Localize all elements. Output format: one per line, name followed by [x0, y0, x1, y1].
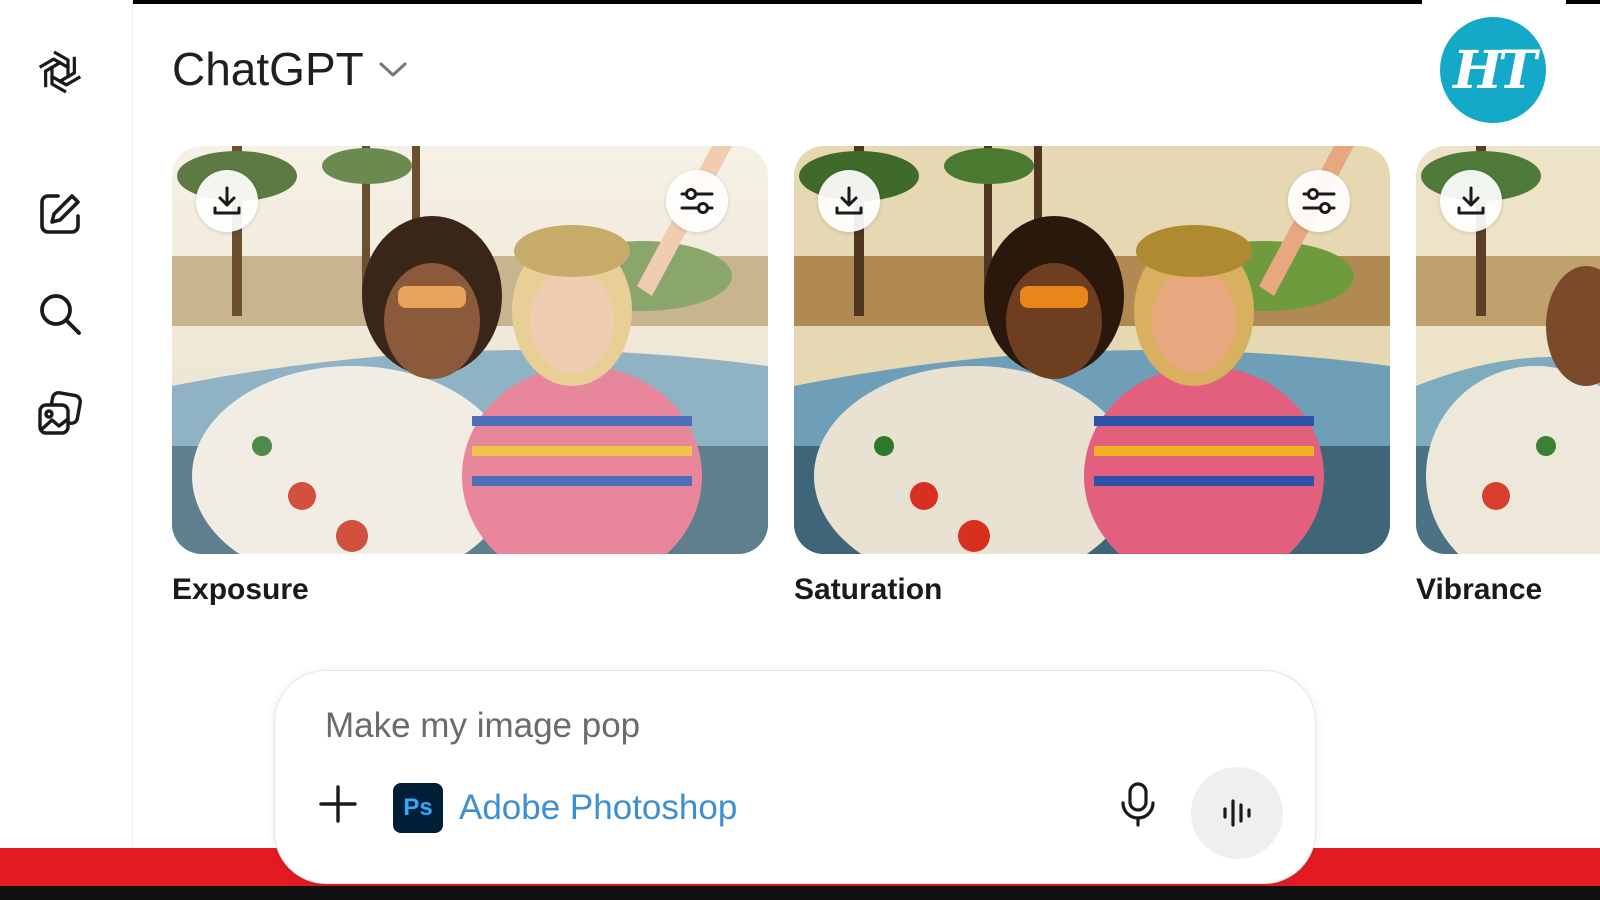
sidebar — [0, 0, 133, 850]
top-frame-bar-right — [1566, 0, 1600, 4]
chevron-down-icon — [379, 62, 407, 77]
download-icon — [213, 186, 241, 215]
page-title: ChatGPT — [172, 43, 364, 95]
message-composer: Ps Adobe Photoshop — [274, 670, 1316, 884]
app-connector-chip[interactable]: Ps Adobe Photoshop — [393, 783, 737, 833]
bottom-frame-bar — [0, 886, 1600, 900]
download-button[interactable] — [196, 170, 258, 232]
card-label-saturation: Saturation — [794, 573, 943, 606]
openai-logo-icon[interactable] — [30, 42, 90, 102]
voice-mode-button[interactable] — [1191, 767, 1283, 859]
ht-watermark-logo: HT — [1440, 17, 1546, 123]
adjust-button[interactable] — [1288, 170, 1350, 232]
plus-icon — [319, 785, 357, 823]
model-selector[interactable]: ChatGPT — [172, 42, 408, 96]
search-icon[interactable] — [30, 284, 90, 344]
photoshop-logo-icon: Ps — [393, 783, 443, 833]
library-icon[interactable] — [30, 384, 90, 444]
voice-mode-icon — [1223, 799, 1251, 827]
download-button[interactable] — [818, 170, 880, 232]
sliders-icon — [1302, 188, 1336, 214]
add-attachment-button[interactable] — [315, 781, 361, 827]
download-icon — [1457, 186, 1485, 215]
image-card-saturation[interactable] — [794, 146, 1390, 554]
image-card-vibrance[interactable] — [1416, 146, 1600, 554]
adjust-button[interactable] — [666, 170, 728, 232]
prompt-input[interactable] — [323, 705, 1127, 747]
download-button[interactable] — [1440, 170, 1502, 232]
top-frame-bar — [0, 0, 1422, 4]
dictation-button[interactable] — [1113, 779, 1163, 829]
download-icon — [835, 186, 863, 215]
image-card-exposure[interactable] — [172, 146, 768, 554]
microphone-icon — [1121, 782, 1155, 827]
card-label-exposure: Exposure — [172, 573, 309, 606]
sliders-icon — [680, 188, 714, 214]
card-label-vibrance: Vibrance — [1416, 573, 1543, 606]
new-chat-icon[interactable] — [30, 184, 90, 244]
app-name-label: Adobe Photoshop — [459, 788, 738, 827]
